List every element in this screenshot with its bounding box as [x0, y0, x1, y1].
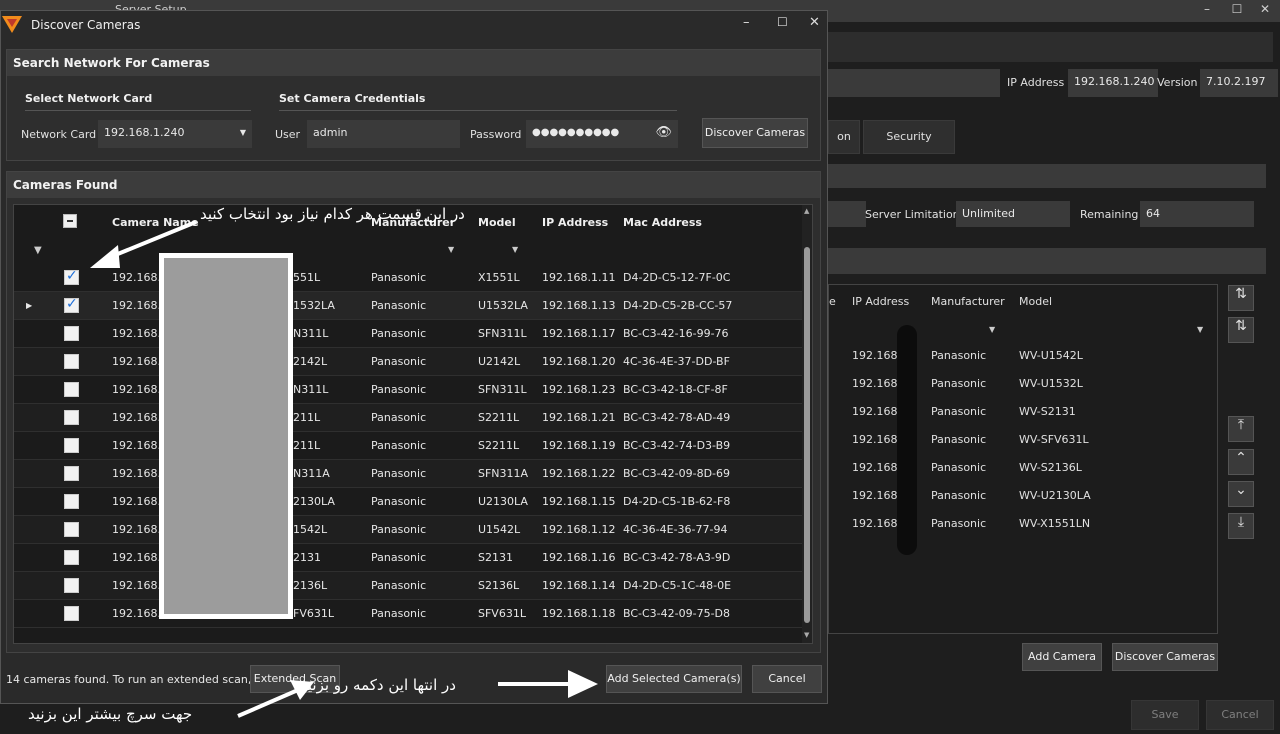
arrow-to-extended-scan-icon: [237, 680, 314, 718]
arrow-to-checkbox-icon: [90, 220, 197, 268]
arrow-to-add-button-icon: [498, 670, 598, 698]
annotation-arrows: [90, 220, 598, 718]
